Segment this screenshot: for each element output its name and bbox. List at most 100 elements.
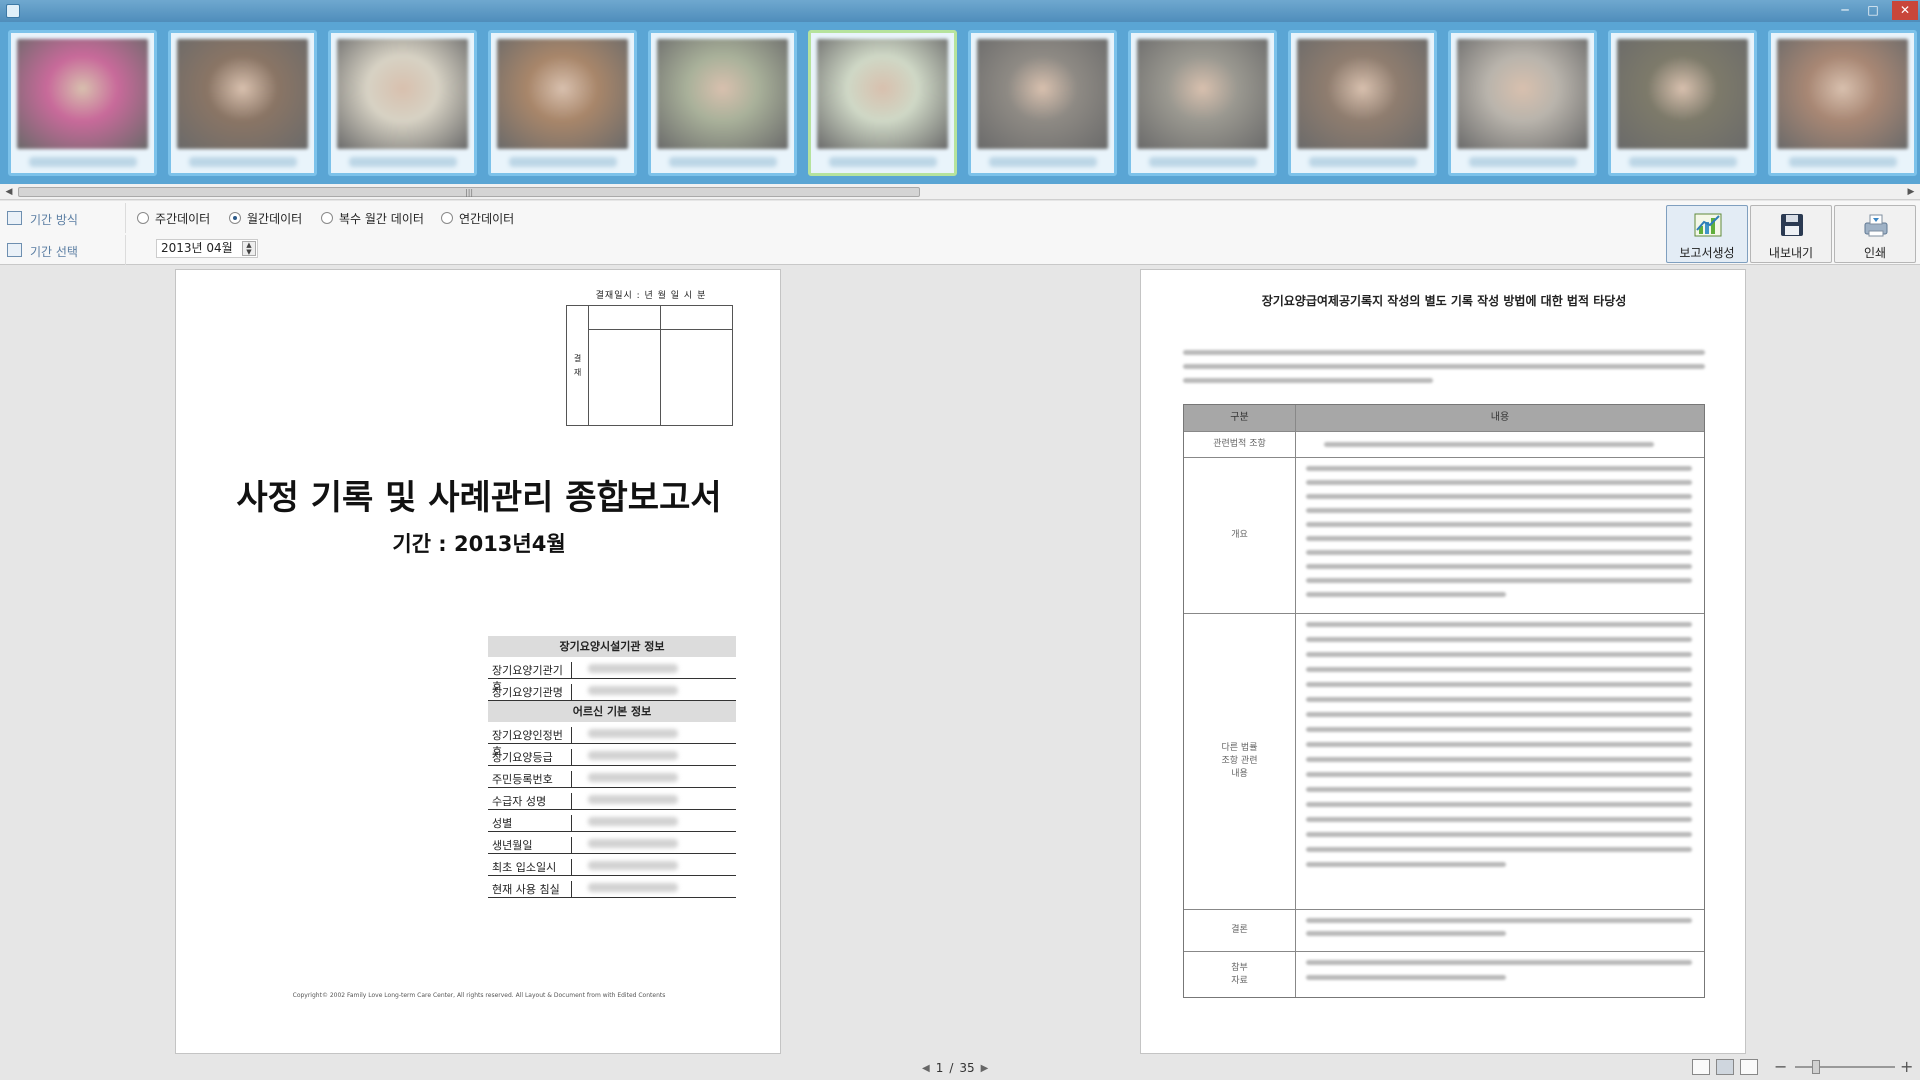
current-page[interactable]: 1 [936,1061,944,1075]
scroll-left-arrow-icon[interactable]: ◀ [2,185,16,199]
photo-strip-scrollbar[interactable]: ◀ ||| ▶ [0,184,1920,200]
resident-name-caption [29,157,137,167]
legal-row-label: 참부 자료 [1184,952,1296,997]
radio-multi-monthly[interactable]: 복수 월간 데이터 [321,211,424,226]
maximize-button[interactable]: □ [1860,1,1886,20]
date-spinner-icon[interactable]: ▲ ▼ [242,241,256,256]
resident-photo-card[interactable] [1448,30,1597,176]
radio-yearly[interactable]: 연간데이터 [441,211,515,226]
redacted-text-line [1306,652,1692,657]
resident-name-caption [989,157,1097,167]
resident-photo-card[interactable] [968,30,1117,176]
title-bar: ─ □ ✕ [0,0,1920,22]
info-row: 장기요양등급 [488,744,736,766]
resident-photo-card[interactable] [328,30,477,176]
approval-side-label: 결 재 [566,305,589,426]
report-page-legal: 장기요양급여제공기록지 작성의 별도 기록 작성 방법에 대한 법적 타당성 구… [1140,269,1746,1054]
multi-page-view-icon[interactable] [1740,1059,1758,1075]
report-title: 사정 기록 및 사례관리 종합보고서 [236,478,722,518]
resident-photo [1457,39,1588,149]
redacted-text-line [1306,667,1692,672]
resident-photo [1297,39,1428,149]
info-table: 장기요양시설기관 정보 장기요양기관기호 장기요양기관명 어르신 기본 정보 장기… [488,636,736,898]
redacted-text-line [1306,466,1692,471]
facility-info-header: 장기요양시설기관 정보 [488,636,736,657]
redacted-text-line [1306,637,1692,642]
two-page-view-icon[interactable] [1716,1059,1734,1075]
redacted-text-line [1306,494,1692,499]
zoom-out-icon[interactable]: − [1774,1057,1787,1076]
resident-photo-card[interactable] [1608,30,1757,176]
approval-datetime-label: 결재일시 : 년 월 일 시 분 [595,291,707,301]
redacted-text-line [1306,712,1692,717]
legal-row-content [1296,952,1704,997]
minimize-button[interactable]: ─ [1832,1,1858,20]
resident-photo-card[interactable] [168,30,317,176]
redacted-text-line [1306,508,1692,513]
document-viewer[interactable]: 결재일시 : 년 월 일 시 분 결 재 사정 기록 및 사례관리 종합보고서 … [0,266,1920,1054]
redacted-text-line [1306,847,1692,852]
resident-name-caption [829,157,937,167]
resident-name-caption [1469,157,1577,167]
redacted-text-line [1183,350,1705,355]
approval-cell [588,329,661,426]
resident-photo [1777,39,1908,149]
legal-page-title: 장기요양급여제공기록지 작성의 별도 기록 작성 방법에 대한 법적 타당성 [1261,294,1627,308]
info-key: 장기요양등급 [488,749,572,766]
resident-photo [657,39,788,149]
info-value-redacted [588,883,678,892]
radio-dot [137,212,149,224]
resident-photo-card[interactable] [8,30,157,176]
resident-photo-card[interactable] [1288,30,1437,176]
export-button[interactable]: 내보내기 [1750,205,1832,263]
info-row: 장기요양기관명 [488,679,736,701]
row-divider [488,897,736,898]
legal-col-category: 구분 [1184,405,1296,431]
resident-photo-card[interactable] [1768,30,1917,176]
info-key: 현재 사용 침실 [488,881,572,898]
resident-name-caption [669,157,777,167]
report-page-cover: 결재일시 : 년 월 일 시 분 결 재 사정 기록 및 사례관리 종합보고서 … [175,269,781,1054]
generate-report-label: 보고서생성 [1679,246,1735,260]
info-value-redacted [588,861,678,870]
redacted-text-line [1183,364,1705,369]
info-row: 최초 입소일시 [488,854,736,876]
radio-monthly[interactable]: 월간데이터 [229,211,303,226]
redacted-text-line [1183,378,1433,383]
print-label: 인쇄 [1863,246,1887,260]
resident-photo-card[interactable] [648,30,797,176]
radio-label: 연간데이터 [459,211,515,226]
resident-photo-card[interactable] [808,30,957,176]
zoom-slider-thumb[interactable] [1812,1060,1820,1074]
radio-weekly[interactable]: 주간데이터 [137,211,210,226]
resident-name-caption [1309,157,1417,167]
resident-name-caption [509,157,617,167]
info-row: 주민등록번호 [488,766,736,788]
close-button[interactable]: ✕ [1892,1,1918,20]
period-date-input[interactable]: 2013년 04월 ▲ ▼ [156,239,258,258]
row-divider [488,700,736,701]
period-select-icon [7,243,22,257]
info-key: 주민등록번호 [488,771,572,788]
single-page-view-icon[interactable] [1692,1059,1710,1075]
radio-label: 월간데이터 [247,211,303,226]
redacted-text-line [1306,564,1692,569]
resident-photo-card[interactable] [1128,30,1277,176]
info-value-redacted [588,817,678,826]
scroll-right-arrow-icon[interactable]: ▶ [1904,185,1918,199]
resident-name-caption [189,157,297,167]
resident-photo [817,39,948,149]
generate-report-button[interactable]: 보고서생성 [1666,205,1748,263]
resident-name-caption [349,157,457,167]
zoom-in-icon[interactable]: + [1900,1057,1913,1076]
resident-photo-card[interactable] [488,30,637,176]
prev-page-icon[interactable]: ◀ [922,1063,930,1074]
scrollbar-thumb[interactable]: ||| [18,187,920,197]
zoom-slider-track[interactable] [1795,1066,1895,1068]
print-button[interactable]: 인쇄 [1834,205,1916,263]
info-key: 수급자 성명 [488,793,572,810]
resident-photo [177,39,308,149]
redacted-text-line [1306,697,1692,702]
save-disk-icon [1781,214,1803,236]
next-page-icon[interactable]: ▶ [981,1063,989,1074]
